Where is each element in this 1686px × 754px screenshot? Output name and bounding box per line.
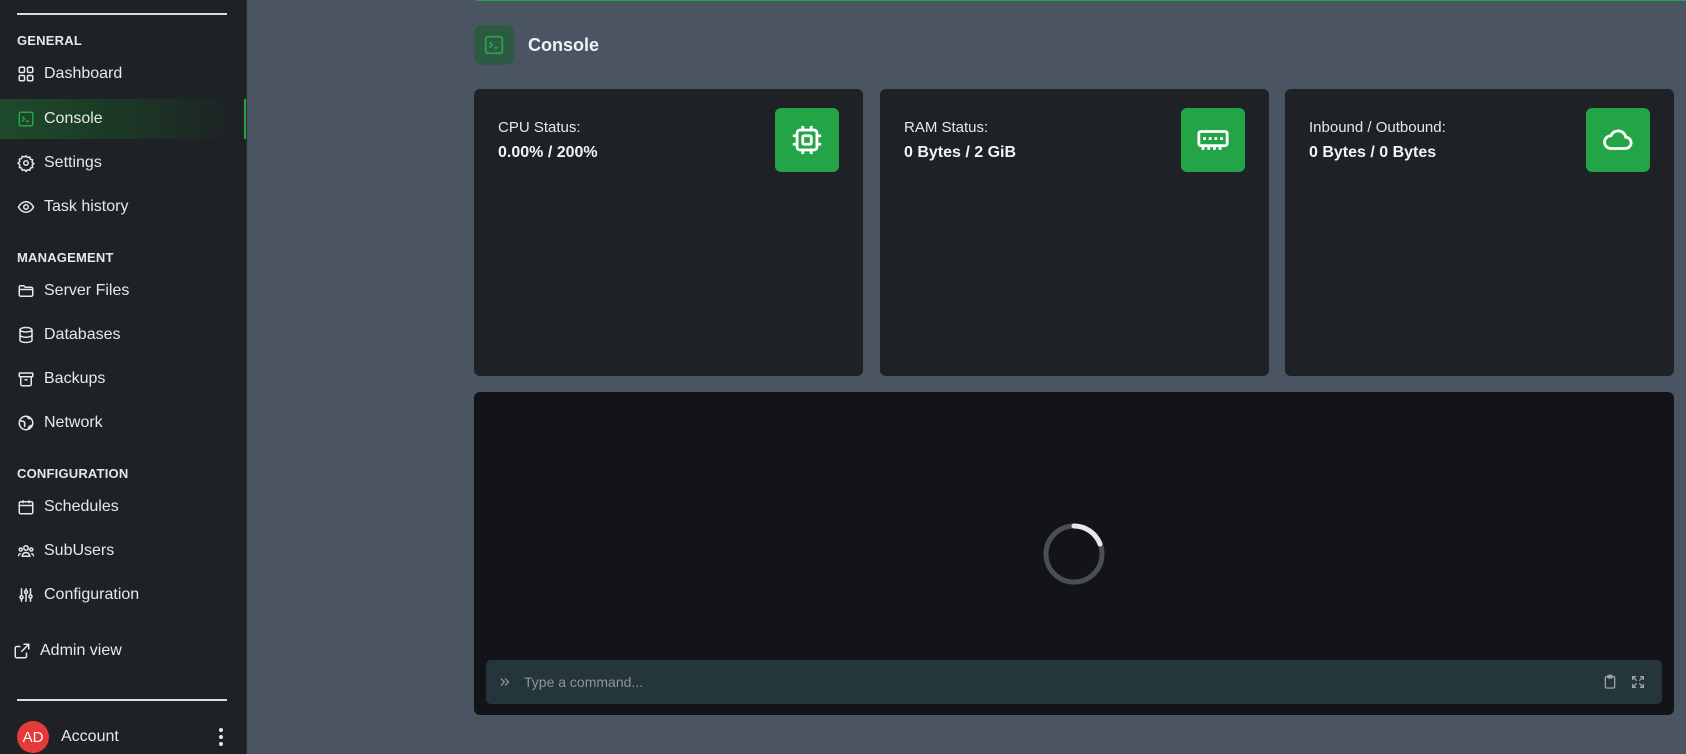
sidebar-item-label: Configuration [44,586,140,603]
sidebar-item-label: Server Files [44,282,130,299]
database-icon [17,326,35,344]
clipboard-icon[interactable] [1596,674,1624,690]
command-bar [486,660,1662,704]
sidebar-item-subusers[interactable]: SubUsers [0,531,246,571]
console-panel[interactable] [474,392,1674,715]
loading-spinner [1043,523,1105,585]
stat-label: RAM Status: [904,119,989,136]
sidebar-item-label: Backups [44,370,106,387]
page-header: Console [474,25,599,65]
sidebar-item-label: SubUsers [44,542,115,559]
memory-icon [1181,108,1245,172]
page-title: Console [528,34,600,55]
stat-label: Inbound / Outbound: [1309,119,1446,136]
cpu-icon [775,108,839,172]
users-icon [17,542,35,560]
sidebar-item-server-files[interactable]: Server Files [0,271,246,311]
chevrons-right-icon [486,675,524,689]
sidebar-item-label: Schedules [44,498,119,515]
more-options-icon[interactable] [211,726,231,748]
sidebar-item-console[interactable]: Console [0,99,246,139]
sidebar-item-settings[interactable]: Settings [0,143,246,183]
external-link-icon [13,642,31,660]
section-title-management: MANAGEMENT [17,250,114,265]
sidebar-item-label: Databases [44,326,121,343]
avatar: AD [17,721,49,753]
fullscreen-icon[interactable] [1624,674,1652,690]
terminal-icon [17,110,35,128]
globe-icon [17,414,35,432]
calendar-icon [17,498,35,516]
section-title-general: GENERAL [17,33,82,48]
eye-icon [17,198,35,216]
stat-value: 0.00% / 200% [498,144,598,161]
cpu-status-card: CPU Status: 0.00% / 200% [474,89,863,376]
sidebar-divider [17,699,227,701]
sidebar-item-task-history[interactable]: Task history [0,187,246,227]
sidebar-item-dashboard[interactable]: Dashboard [0,54,246,94]
sidebar-item-label: Admin view [40,642,122,659]
archive-icon [17,370,35,388]
command-input[interactable] [524,660,1596,704]
top-accent-line [476,0,1686,1]
account-label: Account [61,728,119,745]
sidebar-item-label: Network [44,414,103,431]
stat-label: CPU Status: [498,119,581,136]
ram-status-card: RAM Status: 0 Bytes / 2 GiB [880,89,1269,376]
sidebar-item-network[interactable]: Network [0,403,246,443]
grid-icon [17,65,35,83]
sidebar-item-label: Console [44,110,103,127]
sidebar-item-backups[interactable]: Backups [0,359,246,399]
sidebar-item-schedules[interactable]: Schedules [0,487,246,527]
sidebar-item-admin-view[interactable]: Admin view [0,631,246,671]
sidebar-item-label: Task history [44,198,129,215]
sidebar: GENERAL Dashboard Console Settings Task … [0,0,247,754]
sidebar-item-label: Settings [44,154,102,171]
section-title-configuration: CONFIGURATION [17,466,129,481]
sliders-icon [17,586,35,604]
stat-value: 0 Bytes / 2 GiB [904,144,1017,161]
sidebar-divider [17,13,227,15]
sidebar-item-configuration[interactable]: Configuration [0,575,246,615]
network-status-card: Inbound / Outbound: 0 Bytes / 0 Bytes [1285,89,1674,376]
sidebar-item-databases[interactable]: Databases [0,315,246,355]
terminal-icon [474,25,514,65]
account-menu[interactable]: AD Account [17,720,231,754]
sidebar-item-label: Dashboard [44,65,123,82]
folder-icon [17,282,35,300]
stat-value: 0 Bytes / 0 Bytes [1309,144,1437,161]
gear-icon [17,154,35,172]
cloud-icon [1586,108,1650,172]
